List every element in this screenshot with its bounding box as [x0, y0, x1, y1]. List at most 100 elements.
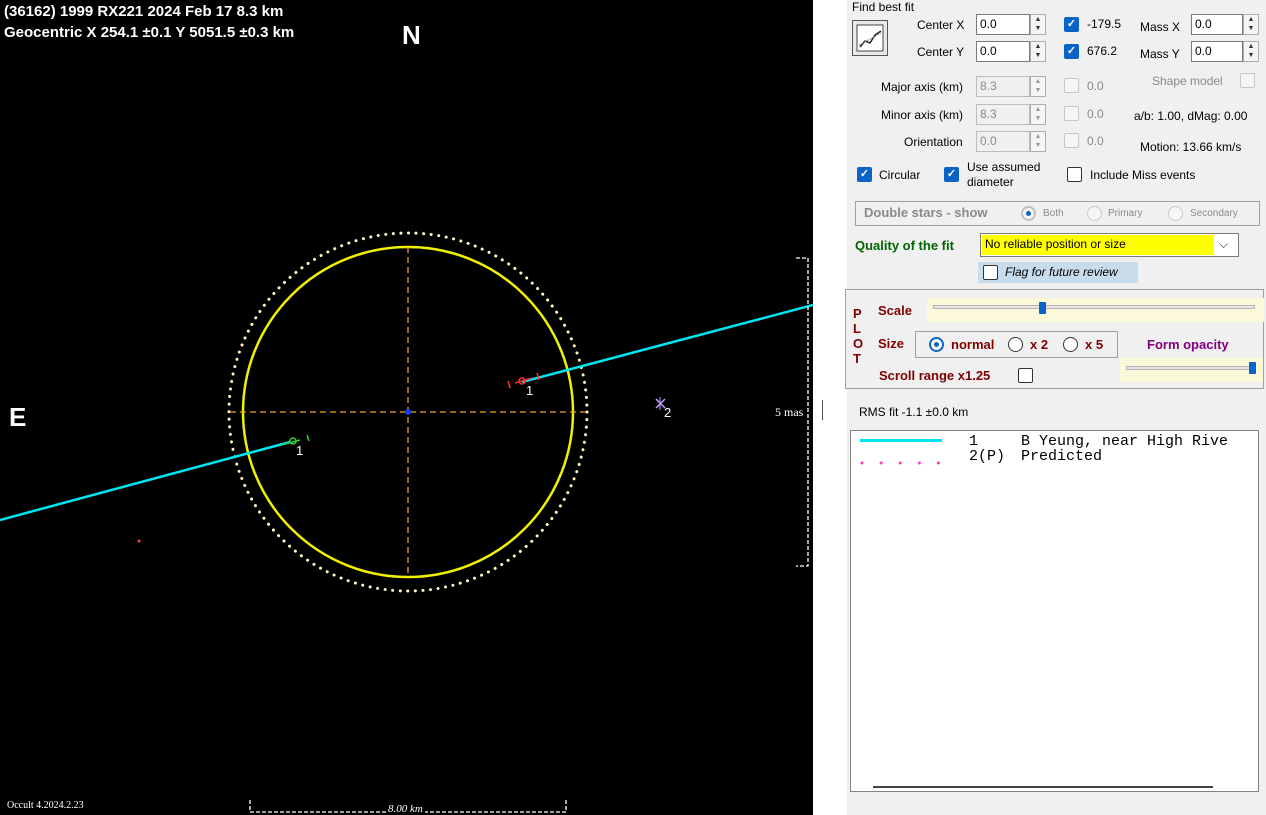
mass-x-spinner[interactable]: ▲ ▼ — [1243, 14, 1259, 35]
mass-y-spinner[interactable]: ▲ ▼ — [1243, 41, 1259, 62]
legend-row-2-name: Predicted — [1021, 448, 1103, 465]
use-assumed-line1: Use assumed — [967, 160, 1041, 174]
scroll-range-checkbox[interactable] — [1018, 368, 1033, 383]
chord-1-label-left: 1 — [296, 443, 304, 458]
km-scale-label: 8.00 km — [386, 803, 425, 815]
small-red-dot — [137, 539, 141, 543]
circular-checkbox[interactable]: ✓ — [857, 167, 872, 182]
center-marker — [405, 409, 411, 415]
plot-vertical-label: P L O T — [853, 306, 863, 366]
orientation-fit-checkbox[interactable] — [1064, 133, 1079, 148]
legend-row-2-num: 2(P) — [969, 448, 1006, 465]
plot-panel-separator — [813, 0, 847, 815]
center-y-fit-value: 676.2 — [1087, 44, 1118, 58]
double-stars-label: Double stars - show — [864, 205, 988, 220]
size-normal-radio[interactable] — [929, 337, 944, 352]
chord-1-reappear-marker — [507, 372, 540, 389]
center-y-label: Center Y — [917, 45, 965, 59]
double-stars-primary-radio[interactable] — [1087, 206, 1102, 221]
form-opacity-label: Form opacity — [1147, 337, 1229, 352]
center-x-fit-value: -179.5 — [1087, 17, 1122, 31]
major-axis-label: Major axis (km) — [881, 80, 964, 94]
orientation-input[interactable]: 0.0 — [976, 131, 1030, 152]
occultation-plot[interactable]: (36162) 1999 RX221 2024 Feb 17 8.3 km Ge… — [0, 0, 813, 815]
form-opacity-thumb[interactable] — [1249, 362, 1256, 374]
double-stars-both-radio[interactable] — [1021, 206, 1036, 221]
mass-y-label: Mass Y — [1140, 47, 1180, 61]
plot-letter-p: P — [853, 306, 862, 321]
legend-line-solid — [860, 439, 942, 442]
center-x-label: Center X — [917, 18, 965, 32]
plot-geocentric: Geocentric X 254.1 ±0.1 Y 5051.5 ±0.3 km — [4, 24, 295, 41]
mass-x-input[interactable]: 0.0 — [1191, 14, 1243, 35]
plot-title: (36162) 1999 RX221 2024 Feb 17 8.3 km — [4, 3, 284, 20]
major-axis-spinner[interactable]: ▲ ▼ — [1030, 76, 1046, 97]
center-y-fit-checkbox[interactable]: ✓ — [1064, 44, 1079, 59]
orientation-spinner[interactable]: ▲ ▼ — [1030, 131, 1046, 152]
shape-model-label: Shape model — [1152, 74, 1223, 88]
quality-select[interactable]: No reliable position or size ⌵ — [980, 233, 1239, 257]
splitter-handle[interactable] — [822, 400, 823, 420]
size-label: Size — [878, 336, 905, 351]
center-x-spinner[interactable]: ▲ ▼ — [1030, 14, 1046, 35]
major-axis-fit-value: 0.0 — [1087, 79, 1104, 93]
legend-line-dots — [860, 454, 944, 465]
double-stars-secondary-radio[interactable] — [1168, 206, 1183, 221]
form-opacity-track — [1126, 366, 1256, 370]
flag-review-checkbox[interactable] — [983, 265, 998, 280]
size-x2-label: x 2 — [1030, 337, 1049, 352]
scroll-range-label: Scroll range x1.25 — [879, 368, 991, 383]
plot-letter-l: L — [853, 321, 861, 336]
minor-axis-fit-checkbox[interactable] — [1064, 106, 1079, 121]
north-label: N — [402, 20, 421, 50]
scale-slider-thumb[interactable] — [1039, 302, 1047, 314]
quality-label: Quality of the fit — [855, 238, 954, 253]
plot-letter-t: T — [853, 351, 861, 366]
form-opacity-slider[interactable] — [1120, 358, 1263, 382]
center-x-input[interactable]: 0.0 — [976, 14, 1030, 35]
motion-text: Motion: 13.66 km/s — [1140, 140, 1242, 154]
mas-label: 5 mas — [775, 405, 804, 419]
legend-horizontal-scrollbar[interactable] — [873, 786, 1213, 788]
major-axis-fit-checkbox[interactable] — [1064, 78, 1079, 93]
chord-1-line-left[interactable] — [0, 440, 291, 522]
scale-slider[interactable] — [927, 298, 1264, 322]
double-stars-both-label: Both — [1043, 208, 1064, 219]
minor-axis-label: Minor axis (km) — [881, 108, 964, 122]
chevron-down-icon: ⌵ — [1219, 237, 1229, 251]
center-y-input[interactable]: 0.0 — [976, 41, 1030, 62]
scale-slider-track — [933, 305, 1255, 309]
minor-axis-input[interactable]: 8.3 — [976, 104, 1030, 125]
include-miss-checkbox[interactable] — [1067, 167, 1082, 182]
minor-axis-fit-value: 0.0 — [1087, 107, 1104, 121]
center-x-fit-checkbox[interactable]: ✓ — [1064, 17, 1079, 32]
size-normal-label: normal — [951, 337, 995, 352]
find-best-fit-button[interactable] — [852, 20, 888, 56]
minor-axis-spinner[interactable]: ▲ ▼ — [1030, 104, 1046, 125]
orientation-fit-value: 0.0 — [1087, 134, 1104, 148]
shape-model-checkbox[interactable] — [1240, 73, 1255, 88]
version-label: Occult 4.2024.2.23 — [7, 800, 84, 811]
plot-canvas — [0, 231, 813, 813]
size-x2-radio[interactable] — [1008, 337, 1023, 352]
chord-1-line-right[interactable] — [521, 303, 813, 384]
double-stars-primary-label: Primary — [1108, 208, 1143, 219]
size-x5-label: x 5 — [1085, 337, 1104, 352]
find-best-fit-label: Find best fit — [852, 0, 915, 14]
use-assumed-diameter-checkbox[interactable]: ✓ — [944, 167, 959, 182]
include-miss-label: Include Miss events — [1090, 168, 1196, 182]
quality-selected-value: No reliable position or size — [982, 235, 1214, 255]
flag-review-label: Flag for future review — [1005, 265, 1118, 279]
mass-y-input[interactable]: 0.0 — [1191, 41, 1243, 62]
mass-x-label: Mass X — [1140, 20, 1181, 34]
size-x5-radio[interactable] — [1063, 337, 1078, 352]
use-assumed-line2: diameter — [967, 175, 1014, 189]
center-y-spinner[interactable]: ▲ ▼ — [1030, 41, 1046, 62]
circular-label: Circular — [879, 168, 921, 182]
major-axis-input[interactable]: 8.3 — [976, 76, 1030, 97]
east-label: E — [9, 402, 27, 432]
plot-letter-o: O — [853, 336, 864, 351]
orientation-label: Orientation — [904, 135, 963, 149]
observer-legend-list[interactable]: 1 B Yeung, near High Rive 2(P) Predicted — [850, 430, 1259, 792]
double-stars-secondary-label: Secondary — [1190, 208, 1238, 219]
